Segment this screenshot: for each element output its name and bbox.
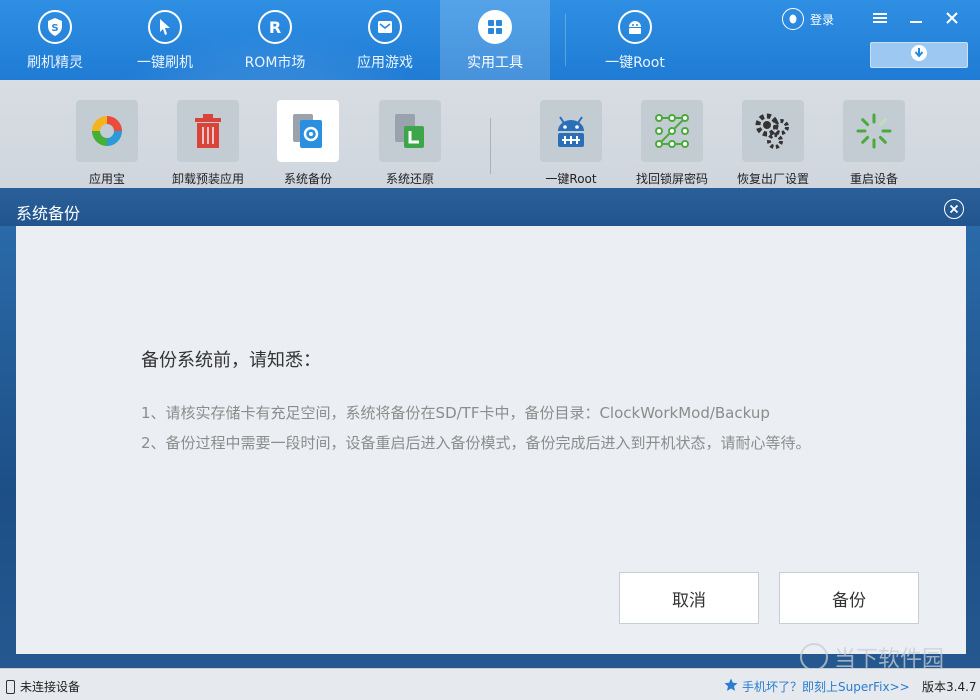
tool-label: 系统还原 (385, 172, 434, 186)
tool-label: 卸载预装应用 (171, 172, 244, 186)
top-navigation: S 刷机精灵 一键刷机 R ROM市场 应用游戏 实用工具 一键Root 登录 (0, 0, 980, 80)
nav-tab-utilities[interactable]: 实用工具 (440, 0, 550, 80)
nav-tab-label: 应用游戏 (357, 55, 413, 71)
nav-tab-one-click-flash[interactable]: 一键刷机 (110, 0, 220, 80)
rom-r-icon: R (258, 10, 292, 44)
dialog-body: 备份系统前，请知悉： 1、请核实存储卡有充足空间，系统将备份在SD/TF卡中，备… (16, 226, 966, 654)
nav-tab-label: 一键Root (605, 55, 665, 71)
tool-one-click-root[interactable]: 一键Root (521, 100, 621, 187)
trash-icon (177, 100, 239, 162)
device-status-label: 未连接设备 (20, 680, 81, 694)
tool-system-backup[interactable]: 系统备份 (258, 100, 358, 187)
grid-tools-icon (478, 10, 512, 44)
version-label: 版本3.4.7 (922, 680, 977, 694)
nav-tab-one-click-root[interactable]: 一键Root (580, 0, 690, 80)
tool-system-restore[interactable]: 系统还原 (360, 100, 460, 187)
tool-label: 系统备份 (283, 172, 332, 186)
tool-label: 应用宝 (88, 172, 125, 186)
dialog-title: 系统备份 (16, 204, 81, 223)
loading-restart-icon (843, 100, 905, 162)
notice-line-1: 1、请核实存储卡有充足空间，系统将备份在SD/TF卡中，备份目录：ClockWo… (141, 404, 770, 422)
star-icon (724, 678, 738, 695)
tool-factory-reset[interactable]: 恢复出厂设置 (723, 100, 823, 187)
nav-tab-label: 一键刷机 (137, 55, 193, 71)
menu-icon[interactable] (868, 6, 892, 30)
qq-penguin-icon (782, 8, 804, 30)
system-backup-icon (277, 100, 339, 162)
close-window-icon[interactable] (940, 6, 964, 30)
tool-app-store[interactable]: 应用宝 (57, 100, 157, 187)
notice-line-2: 2、备份过程中需要一段时间，设备重启后进入备份模式，备份完成后进入到开机状态，请… (141, 434, 811, 452)
tool-label: 重启设备 (849, 172, 898, 186)
phone-icon (6, 679, 15, 694)
tool-uninstall-preinstalled[interactable]: 卸载预装应用 (158, 100, 258, 187)
cursor-arrow-icon (148, 10, 182, 44)
superfix-link[interactable]: 手机坏了？即刻上SuperFix>> (724, 678, 910, 695)
login-button[interactable]: 登录 (782, 8, 834, 30)
status-bar: 未连接设备 手机坏了？即刻上SuperFix>> 版本3.4.7 (0, 668, 980, 700)
tool-restart-device[interactable]: 重启设备 (824, 100, 924, 187)
nav-divider (565, 14, 566, 66)
device-status: 未连接设备 (6, 678, 80, 695)
download-manager-button[interactable] (870, 42, 968, 68)
nav-tab-flash-wizard[interactable]: S 刷机精灵 (0, 0, 110, 80)
shield-s-icon: S (38, 10, 72, 44)
superfix-label: 手机坏了？即刻上SuperFix>> (742, 680, 910, 694)
nav-tab-label: 实用工具 (467, 55, 523, 71)
dialog-header: 系统备份 (0, 188, 980, 226)
download-arrow-icon (910, 44, 928, 66)
tool-label: 恢复出厂设置 (736, 172, 809, 186)
toolbar-divider (490, 118, 491, 174)
svg-text:R: R (269, 18, 281, 36)
close-icon[interactable] (944, 199, 964, 219)
mail-box-icon (368, 10, 402, 44)
system-restore-icon (379, 100, 441, 162)
tool-recover-lock-password[interactable]: 找回锁屏密码 (622, 100, 722, 187)
nav-tab-label: 刷机精灵 (27, 55, 83, 71)
nav-tab-label: ROM市场 (244, 55, 306, 71)
nav-tab-rom-market[interactable]: R ROM市场 (220, 0, 330, 80)
utilities-toolbar: 应用宝 卸载预装应用 系统备份 系统还原 一键Root 找回锁屏密码 恢复出厂设… (0, 80, 980, 188)
tool-label: 找回锁屏密码 (635, 172, 708, 186)
tool-label: 一键Root (545, 172, 597, 186)
cancel-button[interactable]: 取消 (619, 572, 759, 624)
watermark-logo-icon (800, 643, 828, 671)
svg-text:S: S (51, 23, 58, 34)
android-robot-icon (618, 10, 652, 44)
app-store-icon (76, 100, 138, 162)
android-root-icon (540, 100, 602, 162)
login-label: 登录 (810, 12, 835, 27)
backup-button[interactable]: 备份 (779, 572, 919, 624)
gears-icon (742, 100, 804, 162)
pattern-lock-icon (641, 100, 703, 162)
nav-tab-apps-games[interactable]: 应用游戏 (330, 0, 440, 80)
minimize-icon[interactable] (904, 6, 928, 30)
notice-heading: 备份系统前，请知悉： (141, 350, 321, 371)
